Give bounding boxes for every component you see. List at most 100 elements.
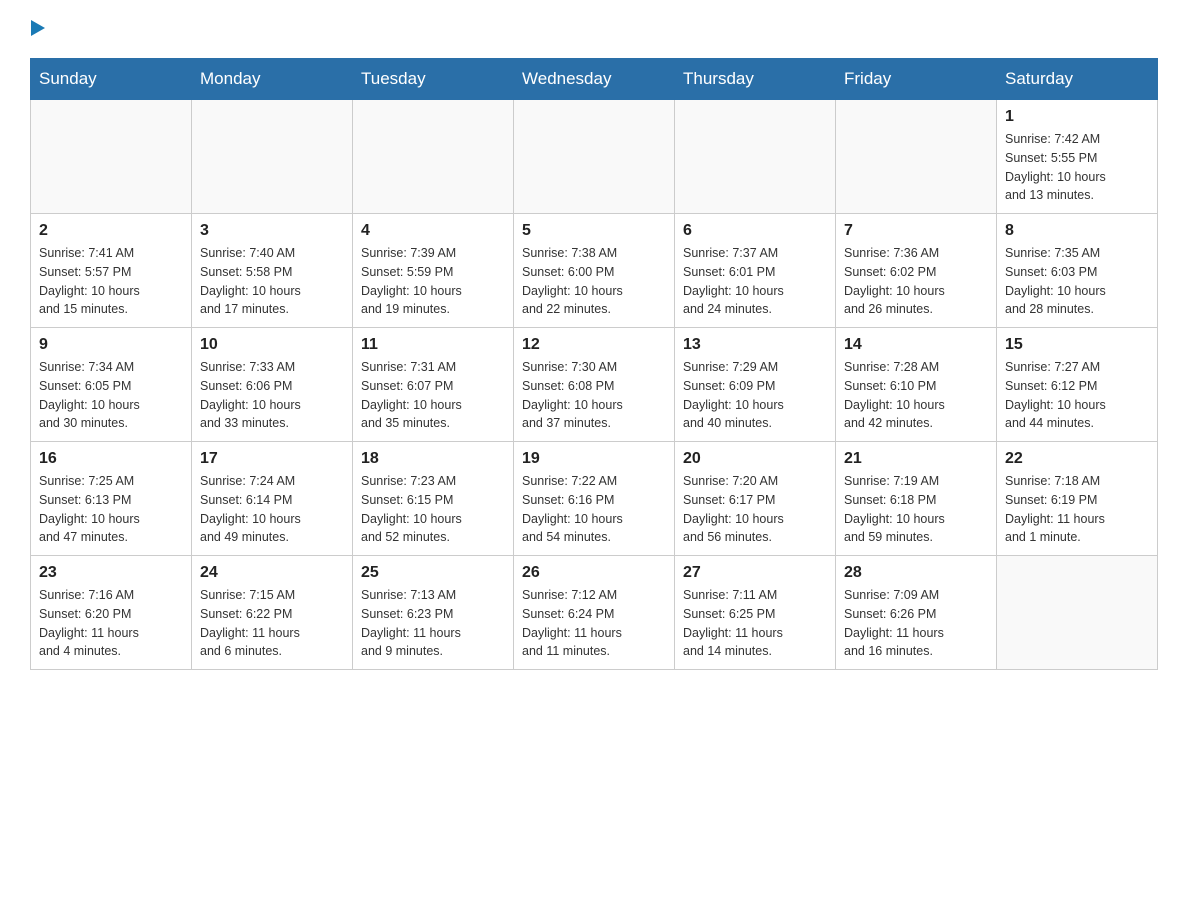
calendar-week-row: 1 Sunrise: 7:42 AM Sunset: 5:55 PM Daylig… — [31, 100, 1158, 214]
day-info: Sunrise: 7:33 AM Sunset: 6:06 PM Dayligh… — [200, 358, 344, 433]
day-info: Sunrise: 7:12 AM Sunset: 6:24 PM Dayligh… — [522, 586, 666, 661]
calendar-cell: 12Sunrise: 7:30 AM Sunset: 6:08 PM Dayli… — [514, 328, 675, 442]
calendar-cell: 3 Sunrise: 7:40 AM Sunset: 5:58 PM Daylig… — [192, 214, 353, 328]
day-info: Sunrise: 7:34 AM Sunset: 6:05 PM Dayligh… — [39, 358, 183, 433]
day-number: 3 — [200, 222, 344, 240]
day-info: Sunrise: 7:39 AM Sunset: 5:59 PM Dayligh… — [361, 244, 505, 319]
day-number: 2 — [39, 222, 183, 240]
page-header — [30, 20, 1158, 40]
day-info: Sunrise: 7:35 AM Sunset: 6:03 PM Dayligh… — [1005, 244, 1149, 319]
calendar-cell: 7 Sunrise: 7:36 AM Sunset: 6:02 PM Daylig… — [836, 214, 997, 328]
day-number: 10 — [200, 336, 344, 354]
day-number: 1 — [1005, 108, 1149, 126]
day-info: Sunrise: 7:18 AM Sunset: 6:19 PM Dayligh… — [1005, 472, 1149, 547]
calendar-cell: 27 Sunrise: 7:11 AM Sunset: 6:25 PM Dayli… — [675, 556, 836, 670]
calendar-cell: 15 Sunrise: 7:27 AM Sunset: 6:12 PM Dayli… — [997, 328, 1158, 442]
calendar-cell: 13 Sunrise: 7:29 AM Sunset: 6:09 PM Dayli… — [675, 328, 836, 442]
day-number: 5 — [522, 222, 666, 240]
day-number: 8 — [1005, 222, 1149, 240]
day-number: 16 — [39, 450, 183, 468]
day-info: Sunrise: 7:42 AM Sunset: 5:55 PM Dayligh… — [1005, 130, 1149, 205]
day-info: Sunrise: 7:31 AM Sunset: 6:07 PM Dayligh… — [361, 358, 505, 433]
calendar-cell: 16 Sunrise: 7:25 AM Sunset: 6:13 PM Dayli… — [31, 442, 192, 556]
day-info: Sunrise: 7:25 AM Sunset: 6:13 PM Dayligh… — [39, 472, 183, 547]
day-info: Sunrise: 7:37 AM Sunset: 6:01 PM Dayligh… — [683, 244, 827, 319]
calendar-cell — [836, 100, 997, 214]
weekday-header-row: SundayMondayTuesdayWednesdayThursdayFrid… — [31, 59, 1158, 100]
calendar-cell: 8 Sunrise: 7:35 AM Sunset: 6:03 PM Daylig… — [997, 214, 1158, 328]
day-number: 28 — [844, 564, 988, 582]
day-number: 19 — [522, 450, 666, 468]
day-number: 17 — [200, 450, 344, 468]
calendar-cell: 11 Sunrise: 7:31 AM Sunset: 6:07 PM Dayli… — [353, 328, 514, 442]
calendar-cell — [997, 556, 1158, 670]
calendar-cell — [353, 100, 514, 214]
day-number: 7 — [844, 222, 988, 240]
calendar-cell: 26 Sunrise: 7:12 AM Sunset: 6:24 PM Dayli… — [514, 556, 675, 670]
calendar-cell: 19 Sunrise: 7:22 AM Sunset: 6:16 PM Dayli… — [514, 442, 675, 556]
calendar-cell: 14 Sunrise: 7:28 AM Sunset: 6:10 PM Dayli… — [836, 328, 997, 442]
day-info: Sunrise: 7:23 AM Sunset: 6:15 PM Dayligh… — [361, 472, 505, 547]
weekday-header-tuesday: Tuesday — [353, 59, 514, 100]
day-info: Sunrise: 7:09 AM Sunset: 6:26 PM Dayligh… — [844, 586, 988, 661]
weekday-header-monday: Monday — [192, 59, 353, 100]
calendar-cell: 5 Sunrise: 7:38 AM Sunset: 6:00 PM Daylig… — [514, 214, 675, 328]
calendar-cell: 10 Sunrise: 7:33 AM Sunset: 6:06 PM Dayli… — [192, 328, 353, 442]
day-number: 4 — [361, 222, 505, 240]
day-number: 12 — [522, 336, 666, 354]
day-number: 20 — [683, 450, 827, 468]
calendar-cell: 20Sunrise: 7:20 AM Sunset: 6:17 PM Dayli… — [675, 442, 836, 556]
day-number: 9 — [39, 336, 183, 354]
weekday-header-wednesday: Wednesday — [514, 59, 675, 100]
calendar-cell — [675, 100, 836, 214]
day-number: 14 — [844, 336, 988, 354]
day-info: Sunrise: 7:28 AM Sunset: 6:10 PM Dayligh… — [844, 358, 988, 433]
day-info: Sunrise: 7:22 AM Sunset: 6:16 PM Dayligh… — [522, 472, 666, 547]
calendar-cell: 28 Sunrise: 7:09 AM Sunset: 6:26 PM Dayli… — [836, 556, 997, 670]
day-info: Sunrise: 7:15 AM Sunset: 6:22 PM Dayligh… — [200, 586, 344, 661]
calendar-week-row: 23 Sunrise: 7:16 AM Sunset: 6:20 PM Dayli… — [31, 556, 1158, 670]
day-info: Sunrise: 7:36 AM Sunset: 6:02 PM Dayligh… — [844, 244, 988, 319]
weekday-header-thursday: Thursday — [675, 59, 836, 100]
day-number: 24 — [200, 564, 344, 582]
calendar-cell: 1 Sunrise: 7:42 AM Sunset: 5:55 PM Daylig… — [997, 100, 1158, 214]
calendar-cell: 18 Sunrise: 7:23 AM Sunset: 6:15 PM Dayli… — [353, 442, 514, 556]
day-info: Sunrise: 7:16 AM Sunset: 6:20 PM Dayligh… — [39, 586, 183, 661]
day-number: 18 — [361, 450, 505, 468]
day-info: Sunrise: 7:19 AM Sunset: 6:18 PM Dayligh… — [844, 472, 988, 547]
calendar-cell: 9 Sunrise: 7:34 AM Sunset: 6:05 PM Daylig… — [31, 328, 192, 442]
day-number: 22 — [1005, 450, 1149, 468]
calendar-week-row: 2 Sunrise: 7:41 AM Sunset: 5:57 PM Daylig… — [31, 214, 1158, 328]
day-info: Sunrise: 7:13 AM Sunset: 6:23 PM Dayligh… — [361, 586, 505, 661]
weekday-header-sunday: Sunday — [31, 59, 192, 100]
calendar-cell: 22 Sunrise: 7:18 AM Sunset: 6:19 PM Dayli… — [997, 442, 1158, 556]
weekday-header-saturday: Saturday — [997, 59, 1158, 100]
day-info: Sunrise: 7:29 AM Sunset: 6:09 PM Dayligh… — [683, 358, 827, 433]
day-info: Sunrise: 7:11 AM Sunset: 6:25 PM Dayligh… — [683, 586, 827, 661]
calendar-cell — [514, 100, 675, 214]
day-info: Sunrise: 7:27 AM Sunset: 6:12 PM Dayligh… — [1005, 358, 1149, 433]
calendar-cell: 6 Sunrise: 7:37 AM Sunset: 6:01 PM Daylig… — [675, 214, 836, 328]
calendar-table: SundayMondayTuesdayWednesdayThursdayFrid… — [30, 58, 1158, 670]
day-number: 6 — [683, 222, 827, 240]
calendar-cell: 4 Sunrise: 7:39 AM Sunset: 5:59 PM Daylig… — [353, 214, 514, 328]
calendar-week-row: 16 Sunrise: 7:25 AM Sunset: 6:13 PM Dayli… — [31, 442, 1158, 556]
day-info: Sunrise: 7:41 AM Sunset: 5:57 PM Dayligh… — [39, 244, 183, 319]
calendar-cell: 23 Sunrise: 7:16 AM Sunset: 6:20 PM Dayli… — [31, 556, 192, 670]
day-number: 15 — [1005, 336, 1149, 354]
day-number: 11 — [361, 336, 505, 354]
calendar-cell: 24 Sunrise: 7:15 AM Sunset: 6:22 PM Dayli… — [192, 556, 353, 670]
calendar-week-row: 9 Sunrise: 7:34 AM Sunset: 6:05 PM Daylig… — [31, 328, 1158, 442]
logo-triangle-icon — [31, 20, 45, 36]
day-number: 27 — [683, 564, 827, 582]
day-number: 13 — [683, 336, 827, 354]
calendar-cell — [31, 100, 192, 214]
calendar-cell: 25Sunrise: 7:13 AM Sunset: 6:23 PM Dayli… — [353, 556, 514, 670]
day-number: 21 — [844, 450, 988, 468]
day-number: 26 — [522, 564, 666, 582]
logo — [30, 20, 45, 40]
day-info: Sunrise: 7:38 AM Sunset: 6:00 PM Dayligh… — [522, 244, 666, 319]
day-info: Sunrise: 7:40 AM Sunset: 5:58 PM Dayligh… — [200, 244, 344, 319]
day-number: 23 — [39, 564, 183, 582]
day-info: Sunrise: 7:24 AM Sunset: 6:14 PM Dayligh… — [200, 472, 344, 547]
